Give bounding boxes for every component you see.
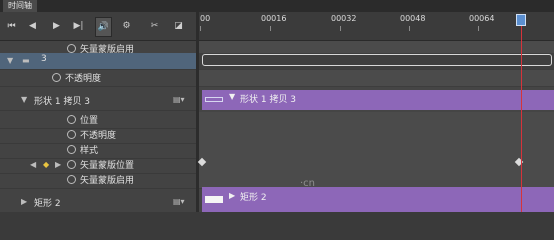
stopwatch-icon[interactable]	[67, 175, 76, 184]
layer-clip[interactable]: ▶ 矩形 2	[202, 187, 554, 212]
play-button[interactable]: ▶	[49, 17, 64, 35]
property-label: 不透明度	[80, 131, 117, 141]
collapse-arrow-icon[interactable]: ▼	[21, 95, 27, 104]
ruler-tick	[270, 26, 271, 31]
clip-thumbnail-icon	[205, 196, 223, 203]
prev-frame-icon: ◀	[29, 21, 36, 31]
playhead-handle[interactable]	[516, 14, 526, 26]
prev-keyframe-icon[interactable]: ◀	[30, 160, 36, 169]
first-frame-button[interactable]: ⏮	[4, 17, 19, 35]
layer-label: 矩形 2	[34, 199, 61, 209]
property-label: 矢量蒙版位置	[80, 161, 135, 171]
stopwatch-icon[interactable]	[67, 115, 76, 124]
ruler-label: 00016	[261, 14, 287, 23]
layer-row[interactable]: ▼ 形状 1 拷贝 3 ▤▾	[0, 90, 196, 111]
split-button[interactable]: ✂	[147, 17, 162, 35]
transition-button[interactable]: ◪	[171, 17, 186, 35]
property-label: 位置	[80, 116, 99, 126]
layer-options-icon[interactable]: ▤▾	[173, 197, 185, 206]
clip-label: 矩形 2	[240, 193, 267, 203]
layer-clip[interactable]: ▼ 形状 1 拷贝 3	[202, 90, 554, 110]
clip-label: 形状 1 拷贝 3	[240, 95, 297, 105]
collapse-arrow-icon[interactable]: ▼	[7, 56, 13, 65]
play-icon: ▶	[53, 21, 60, 31]
ruler-label: 00032	[331, 14, 357, 23]
layer-label: 形状 1 拷贝 3	[34, 97, 91, 107]
track-row[interactable]	[199, 70, 554, 87]
speaker-icon: 🔊	[97, 22, 110, 32]
stopwatch-icon[interactable]	[67, 130, 76, 139]
group-clip[interactable]	[202, 54, 552, 66]
time-ruler[interactable]	[198, 12, 554, 41]
first-frame-icon: ⏮	[7, 21, 16, 31]
clip-thumbnail-icon	[205, 97, 223, 102]
stopwatch-icon[interactable]	[67, 145, 76, 154]
next-keyframe-icon[interactable]: ▶	[55, 160, 61, 169]
stopwatch-icon[interactable]	[67, 44, 76, 53]
settings-button[interactable]: ⚙	[119, 17, 134, 35]
layer-row[interactable]: 矢量蒙版启用	[0, 172, 196, 189]
ruler-tick	[340, 26, 341, 31]
ruler-tick	[409, 26, 410, 31]
panel-tab-bar: 时间轴	[0, 0, 554, 12]
stopwatch-icon[interactable]	[52, 73, 61, 82]
ruler-label: 00	[200, 14, 211, 23]
watermark-text: ·cn	[300, 178, 316, 189]
ruler-label: 00048	[400, 14, 426, 23]
playhead-line[interactable]	[521, 24, 522, 212]
ruler-label: 00064	[469, 14, 495, 23]
property-label: 样式	[80, 146, 99, 156]
property-label: 矢量蒙版启用	[80, 176, 135, 186]
property-label: 不透明度	[65, 74, 102, 84]
audio-button[interactable]: 🔊	[95, 17, 112, 37]
scissors-icon: ✂	[150, 21, 159, 31]
prev-frame-button[interactable]: ◀	[25, 17, 40, 35]
next-frame-icon: ▶|	[73, 21, 84, 31]
transition-icon: ◪	[174, 21, 183, 31]
gear-icon: ⚙	[122, 21, 131, 31]
timeline-tab[interactable]: 时间轴	[3, 0, 37, 12]
clip-arrow-icon: ▼	[229, 92, 236, 101]
folder-icon: ▬	[22, 56, 30, 65]
group-label: 3	[41, 54, 47, 64]
layer-options-icon[interactable]: ▤▾	[173, 95, 185, 104]
layer-row[interactable]: 不透明度	[0, 70, 196, 87]
expand-arrow-icon[interactable]: ▶	[21, 197, 27, 206]
keyframe-icon[interactable]: ◆	[43, 160, 49, 169]
ruler-tick	[478, 26, 479, 31]
layer-row[interactable]: ▶ 矩形 2 ▤▾	[0, 192, 196, 213]
stopwatch-icon[interactable]	[67, 160, 76, 169]
group-row[interactable]: ▼ ▬ 3	[0, 53, 196, 70]
clip-arrow-icon: ▶	[229, 191, 236, 200]
next-frame-button[interactable]: ▶|	[71, 17, 86, 35]
ruler-tick	[200, 26, 201, 31]
